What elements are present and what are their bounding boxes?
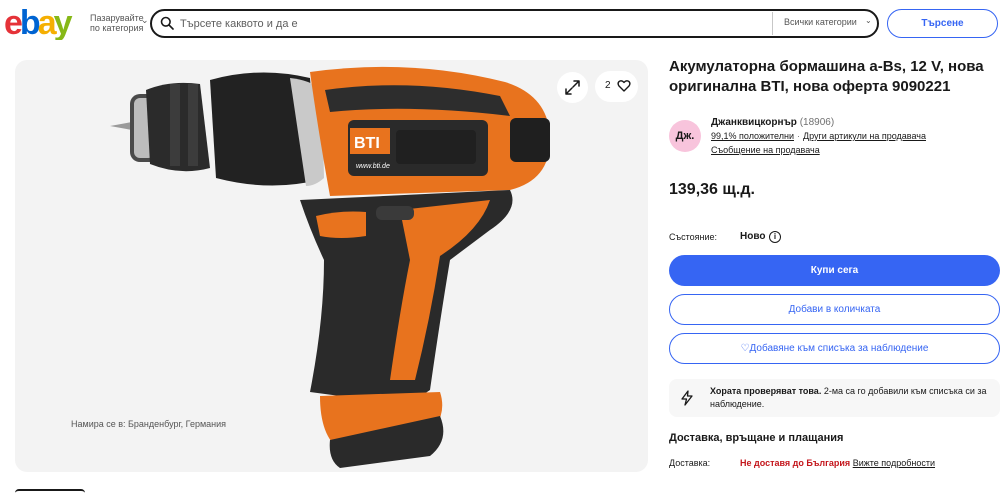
brand-url: www.bti.de (356, 163, 390, 170)
expand-icon (565, 80, 580, 95)
shop-by-line1: Пазарувайте (90, 13, 144, 23)
promo-banner: Хората проверяват това. 2-ма са го добав… (669, 379, 1000, 417)
category-select[interactable]: Всички категории (784, 17, 857, 27)
item-location: Намира се в: Бранденбург, Германия (71, 419, 227, 429)
buy-now-button[interactable]: Купи сега (669, 255, 1000, 286)
product-image-gallery[interactable]: BTI www.bti.de 2 (15, 60, 648, 472)
shipping-value: Не доставя до България Вижте подробности (740, 458, 935, 468)
watch-button[interactable]: 2 (595, 71, 638, 102)
seller-other-items-link[interactable]: Други артикули на продавача (803, 131, 926, 141)
search-button[interactable]: Търсене (887, 9, 998, 38)
listing-details: Акумулаторна бормашина a-Bs, 12 V, нова … (669, 57, 1000, 468)
promo-bold: Хората проверяват това. (710, 386, 822, 396)
seller-feedback-count: (18906) (799, 117, 835, 128)
seller-name-row[interactable]: Джанквицкорнър (18906) (711, 117, 834, 128)
listing-title: Акумулаторна бормашина a-Bs, 12 V, нова … (669, 58, 984, 95)
search-icon (160, 16, 174, 30)
shipping-details-link[interactable]: Вижте подробности (853, 458, 935, 468)
shipping-heading: Доставка, връщане и плащания (669, 432, 844, 444)
add-to-cart-button[interactable]: Добави в количката (669, 294, 1000, 325)
info-icon[interactable]: i (769, 231, 781, 243)
shop-by-category[interactable]: Пазарувайте по категория ⌄ (90, 13, 149, 33)
search-divider (772, 12, 773, 35)
expand-image-button[interactable] (557, 72, 588, 103)
search-input[interactable] (180, 15, 770, 32)
promo-text: Хората проверяват това. 2-ма са го добав… (710, 385, 995, 411)
seller-avatar[interactable]: Дж. (669, 120, 701, 152)
header: ebay Пазарувайте по категория ⌄ Всички к… (0, 0, 1000, 46)
chevron-down-icon: ⌄ (141, 15, 149, 25)
search-bar: Всички категории ⌄ (150, 9, 879, 38)
shop-by-line2: по категория (90, 23, 144, 33)
seller-name[interactable]: Джанквицкорнър (711, 117, 797, 128)
add-to-watchlist-button[interactable]: ♡Добавяне към списъка за наблюдение (669, 333, 1000, 364)
condition-value: Ново (740, 231, 766, 242)
thumbnail-indicator[interactable] (15, 489, 85, 493)
shipping-label: Доставка: (669, 458, 711, 468)
watch-count: 2 (605, 80, 611, 91)
seller-links: 99,1% положителни · Други артикули на прод… (711, 131, 926, 141)
heart-icon (617, 80, 631, 92)
contact-seller-link[interactable]: Съобщение на продавача (711, 145, 820, 155)
condition-label: Състояние: (669, 232, 718, 242)
seller-positive-link[interactable]: 99,1% положителни (711, 131, 794, 141)
chevron-down-icon: ⌄ (865, 16, 872, 25)
condition-row: Състояние: Ново i (669, 231, 1000, 245)
seller-contact-row: Съобщение на продавача (711, 145, 820, 155)
ebay-logo[interactable]: ebay (4, 4, 84, 40)
svg-text:ebay: ebay (4, 4, 73, 40)
product-image: BTI www.bti.de (110, 66, 550, 468)
price: 139,36 щ.д. (669, 181, 755, 198)
drill-bit (110, 122, 132, 130)
bolt-icon (681, 390, 693, 406)
brand-text: BTI (354, 135, 380, 152)
seller-info: Дж. Джанквицкорнър (18906) 99,1% положит… (669, 117, 1000, 162)
shipping-status: Не доставя до България (740, 458, 851, 468)
